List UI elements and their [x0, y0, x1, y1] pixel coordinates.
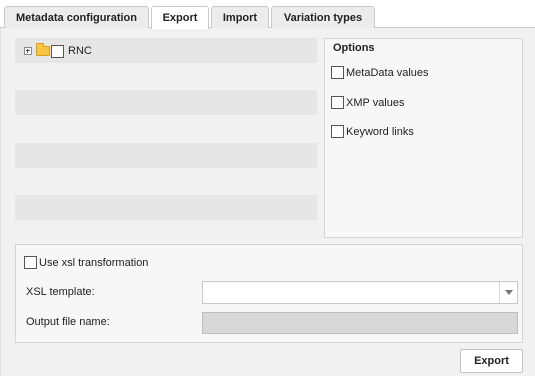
tab-variation-types[interactable]: Variation types [271, 6, 375, 28]
option-label: Keyword links [346, 125, 414, 138]
export-button[interactable]: Export [460, 349, 523, 373]
use-xsl-label: Use xsl transformation [39, 256, 149, 269]
use-xsl-option[interactable]: Use xsl transformation [24, 256, 148, 269]
tree-row-stripe [15, 195, 317, 220]
options-group: Options MetaData values XMP values Keywo… [324, 38, 523, 238]
chevron-down-icon [504, 290, 513, 295]
tree-node-label[interactable]: RNC [68, 45, 92, 57]
tab-export[interactable]: Export [151, 6, 209, 29]
option-label: XMP values [346, 96, 405, 109]
use-xsl-checkbox[interactable] [24, 256, 37, 269]
output-file-name-label: Output file name: [26, 316, 110, 328]
tree-row-stripe [15, 90, 317, 115]
tab-import[interactable]: Import [211, 6, 269, 28]
folder-icon [36, 43, 50, 56]
xsl-template-label: XSL template: [26, 286, 95, 298]
expand-plus-icon[interactable] [24, 47, 32, 55]
options-title: Options [333, 42, 375, 54]
metadata-tree: RNC [15, 38, 317, 248]
export-panel: RNC Options MetaData values XMP values K… [0, 28, 535, 376]
option-keyword-links[interactable]: Keyword links [331, 125, 414, 138]
tab-metadata-configuration[interactable]: Metadata configuration [4, 6, 149, 28]
tab-bar: Metadata configuration Export Import Var… [0, 0, 535, 29]
xmp-values-checkbox[interactable] [331, 96, 344, 109]
option-xmp-values[interactable]: XMP values [331, 96, 405, 109]
output-file-name-input [202, 312, 518, 334]
option-metadata-values[interactable]: MetaData values [331, 66, 429, 79]
metadata-values-checkbox[interactable] [331, 66, 344, 79]
keyword-links-checkbox[interactable] [331, 125, 344, 138]
tree-node-rnc[interactable]: RNC [24, 43, 92, 59]
xsl-template-select[interactable] [202, 281, 518, 304]
xsl-transformation-group: Use xsl transformation XSL template: Out… [15, 244, 523, 343]
tree-row-stripe [15, 143, 317, 168]
tree-node-checkbox[interactable] [51, 44, 64, 58]
select-arrow-button[interactable] [499, 282, 517, 303]
option-label: MetaData values [346, 66, 429, 79]
